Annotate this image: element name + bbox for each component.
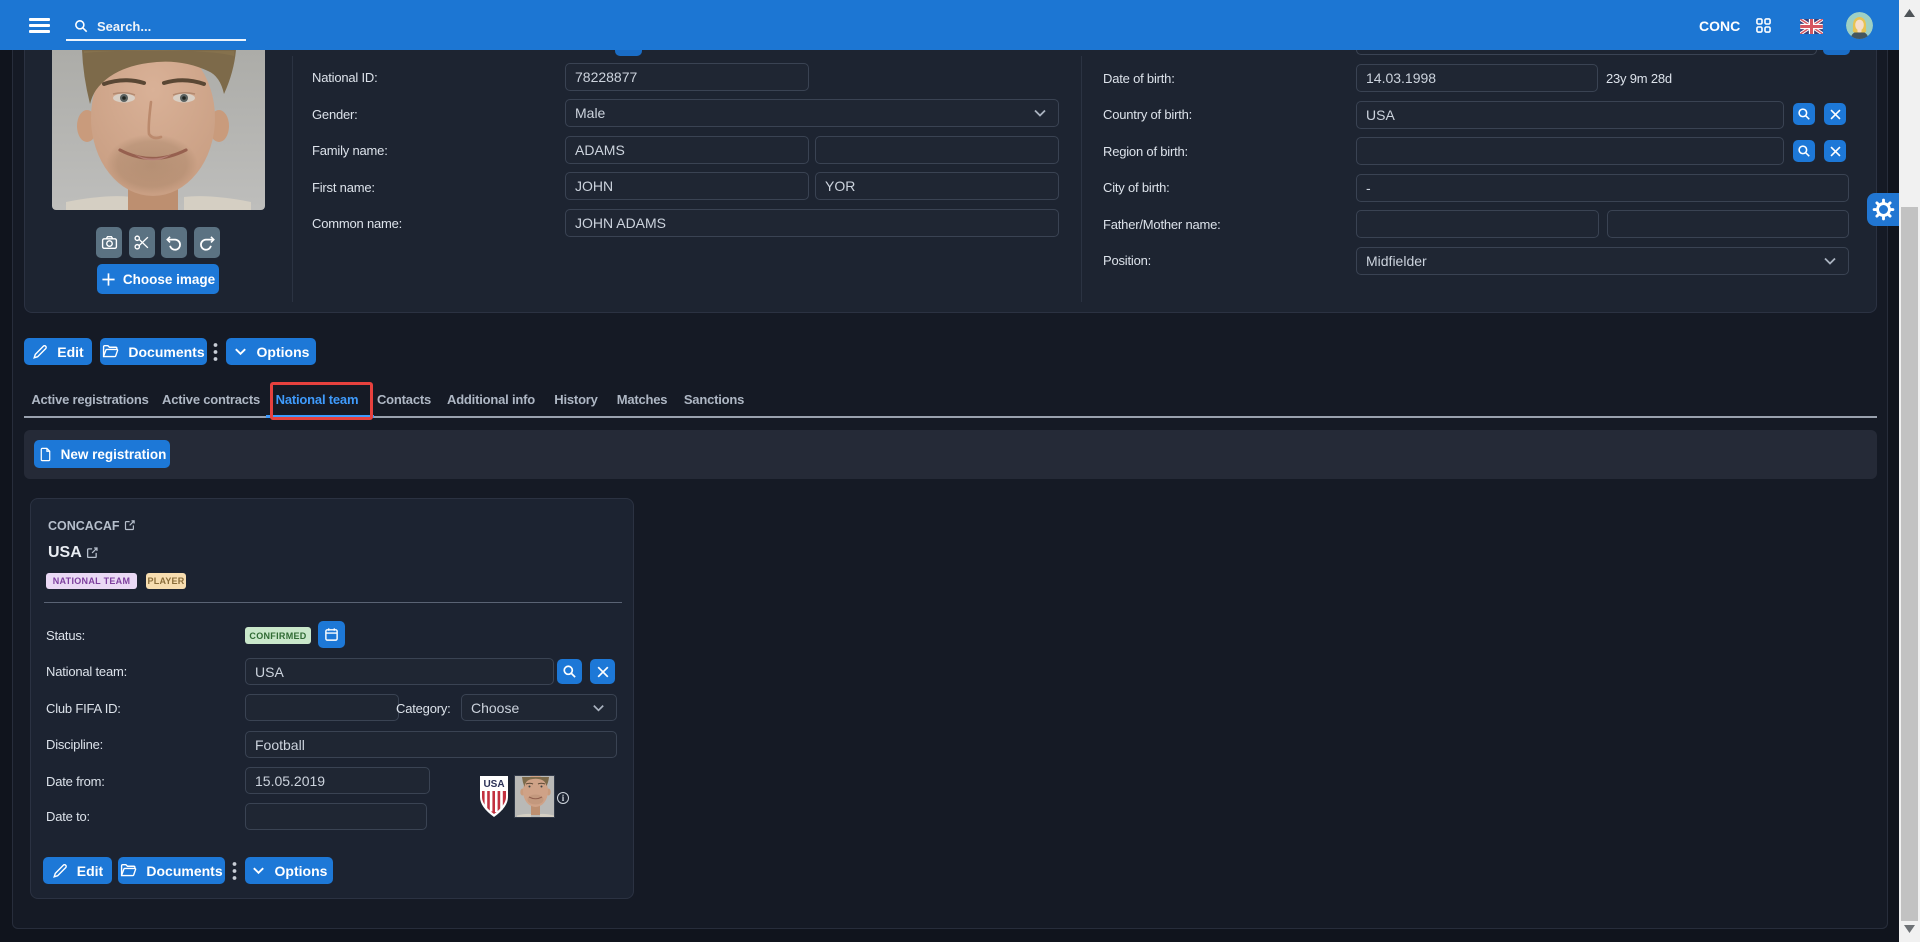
svg-text:USA: USA [483, 779, 504, 790]
